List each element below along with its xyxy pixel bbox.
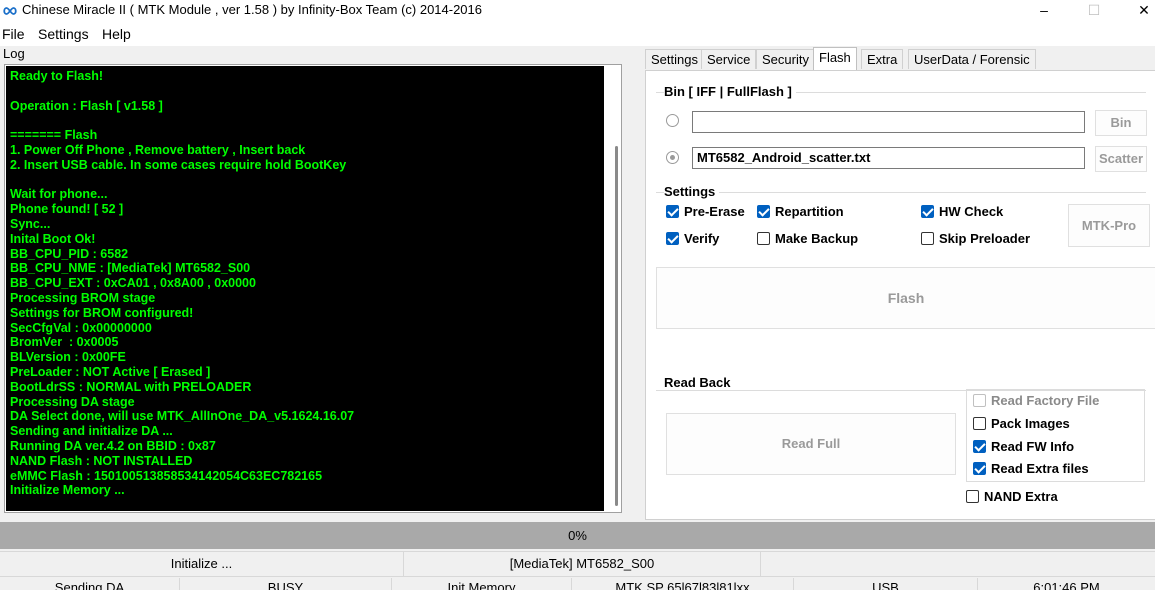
log-line: Ready to Flash! xyxy=(10,69,104,83)
nand-extra-checkbox[interactable] xyxy=(966,490,979,503)
log-line: BromVer : 0x0005 xyxy=(10,335,119,350)
log-line: eMMC Flash : 150100513858534142054C63EC7… xyxy=(10,468,323,483)
window-title: Chinese Miracle II ( MTK Module , ver 1.… xyxy=(22,2,483,17)
make-backup-option[interactable]: Make Backup xyxy=(757,231,858,247)
status-bar-bottom: Sending DA BUSY Init Memory MTK SP 65l67… xyxy=(0,576,1155,590)
log-line: Running DA ver.4.2 on BBID : 0x87 xyxy=(10,438,216,453)
maximize-button[interactable]: ☐ xyxy=(1071,0,1117,22)
menu-file[interactable]: File xyxy=(2,26,25,42)
status-clock: 6:01:46 PM xyxy=(1033,580,1100,590)
title-bar: Chinese Miracle II ( MTK Module , ver 1.… xyxy=(0,0,1155,22)
hw-check-checkbox[interactable] xyxy=(921,205,934,218)
log-line: 2. Insert USB cable. In some cases requi… xyxy=(10,157,347,172)
log-line: Processing DA stage xyxy=(10,394,135,409)
settings-group-line xyxy=(656,192,1146,193)
hw-check-option[interactable]: HW Check xyxy=(921,204,1003,220)
tab-service[interactable]: Service xyxy=(701,49,757,69)
status-connection: USB xyxy=(794,578,978,590)
status-state: BUSY xyxy=(180,578,392,590)
log-line: SecCfgVal : 0x00000000 xyxy=(10,320,152,335)
log-line: BB_CPU_EXT : 0xCA01 , 0x8A00 , 0x0000 xyxy=(10,276,256,291)
skip-preloader-option[interactable]: Skip Preloader xyxy=(921,231,1030,247)
menu-bar: File Settings Help xyxy=(0,22,1155,46)
flash-panel: Bin [ IFF | FullFlash ] Bin MT6582_Andro… xyxy=(645,70,1155,520)
log-panel: Ready to Flash! Operation : Flash [ v1.58… xyxy=(4,64,622,513)
read-fw-info-option[interactable]: Read FW Info xyxy=(973,439,1074,455)
tab-security[interactable]: Security xyxy=(756,49,815,69)
log-line: Inital Boot Ok! xyxy=(10,231,96,246)
scatter-path-field[interactable]: MT6582_Android_scatter.txt xyxy=(692,147,1085,169)
log-line: DA Select done, will use MTK_AllInOne_DA… xyxy=(10,409,355,424)
log-line: NAND Flash : NOT INSTALLED xyxy=(10,453,193,468)
log-line: BB_CPU_PID : 6582 xyxy=(10,246,129,261)
log-line: BootLdrSS : NORMAL with PRELOADER xyxy=(10,379,252,394)
nand-extra-option[interactable]: NAND Extra xyxy=(966,489,1058,505)
status-bar-top: Initialize ... [MediaTek] MT6582_S00 xyxy=(0,551,1155,576)
bin-radio[interactable] xyxy=(666,114,679,127)
log-line: Initialize Memory ... xyxy=(10,483,125,498)
pre-erase-checkbox[interactable] xyxy=(666,205,679,218)
skip-preloader-checkbox[interactable] xyxy=(921,232,934,245)
log-line: BLVersion : 0x00FE xyxy=(10,350,126,365)
status-operation: Initialize ... xyxy=(0,552,404,576)
log-line: Processing BROM stage xyxy=(10,290,156,305)
mtk-pro-button[interactable]: MTK-Pro xyxy=(1068,204,1150,247)
tab-settings[interactable]: Settings xyxy=(645,49,704,69)
close-button[interactable]: ✕ xyxy=(1121,0,1155,22)
log-line: Settings for BROM configured! xyxy=(10,305,194,320)
log-label: Log xyxy=(3,46,25,61)
minimize-button[interactable]: – xyxy=(1021,0,1067,22)
log-line: 1. Power Off Phone , Remove battery , In… xyxy=(10,142,306,157)
verify-option[interactable]: Verify xyxy=(666,231,719,247)
tab-extra[interactable]: Extra xyxy=(861,49,904,69)
log-line: ======= Flash xyxy=(10,128,98,143)
log-scroll-thumb[interactable] xyxy=(615,146,618,506)
pre-erase-option[interactable]: Pre-Erase xyxy=(666,204,745,220)
pack-images-checkbox[interactable] xyxy=(973,417,986,430)
settings-group-title: Settings xyxy=(664,184,720,199)
bin-button[interactable]: Bin xyxy=(1095,110,1147,136)
verify-checkbox[interactable] xyxy=(666,232,679,245)
scatter-radio[interactable] xyxy=(666,151,679,164)
repartition-option[interactable]: Repartition xyxy=(757,204,844,220)
menu-help[interactable]: Help xyxy=(102,26,131,42)
status-device-info: MTK SP 65l67l83l81lxx xyxy=(572,578,794,590)
read-factory-file-option[interactable]: Read Factory File xyxy=(973,393,1099,409)
log-line: Phone found! [ 52 ] xyxy=(10,202,124,217)
progress-bar: 0% xyxy=(0,522,1155,549)
status-extra xyxy=(761,552,1155,576)
app-infinity-icon xyxy=(3,7,17,15)
tab-flash[interactable]: Flash xyxy=(813,47,857,70)
log-line: Sync... xyxy=(10,216,51,231)
status-chip: [MediaTek] MT6582_S00 xyxy=(404,552,761,576)
scatter-button[interactable]: Scatter xyxy=(1095,146,1147,172)
readback-group-title: Read Back xyxy=(664,375,735,390)
log-line: Wait for phone... xyxy=(10,187,108,202)
pack-images-option[interactable]: Pack Images xyxy=(973,416,1070,432)
read-factory-file-checkbox[interactable] xyxy=(973,394,986,407)
status-task: Init Memory xyxy=(392,578,572,590)
make-backup-checkbox[interactable] xyxy=(757,232,770,245)
read-extra-files-checkbox[interactable] xyxy=(973,462,986,475)
log-line: PreLoader : NOT Active [ Erased ] xyxy=(10,364,211,379)
status-stage: Sending DA xyxy=(0,578,180,590)
log-scrollbar[interactable] xyxy=(605,66,621,511)
bin-group-title: Bin [ IFF | FullFlash ] xyxy=(664,84,796,99)
repartition-checkbox[interactable] xyxy=(757,205,770,218)
log-console[interactable]: Ready to Flash! Operation : Flash [ v1.58… xyxy=(6,66,604,511)
read-full-button[interactable]: Read Full xyxy=(666,413,956,475)
read-extra-files-option[interactable]: Read Extra files xyxy=(973,461,1089,477)
log-line: Operation : Flash [ v1.58 ] xyxy=(10,98,163,113)
log-line: BB_CPU_NME : [MediaTek] MT6582_S00 xyxy=(10,261,251,276)
tab-userdata-forensic[interactable]: UserData / Forensic xyxy=(908,49,1036,69)
progress-text: 0% xyxy=(568,528,587,543)
log-line: Sending and initialize DA ... xyxy=(10,424,173,439)
menu-settings[interactable]: Settings xyxy=(38,26,89,42)
read-fw-info-checkbox[interactable] xyxy=(973,440,986,453)
bin-path-field[interactable] xyxy=(692,111,1085,133)
flash-button[interactable]: Flash xyxy=(656,267,1155,329)
